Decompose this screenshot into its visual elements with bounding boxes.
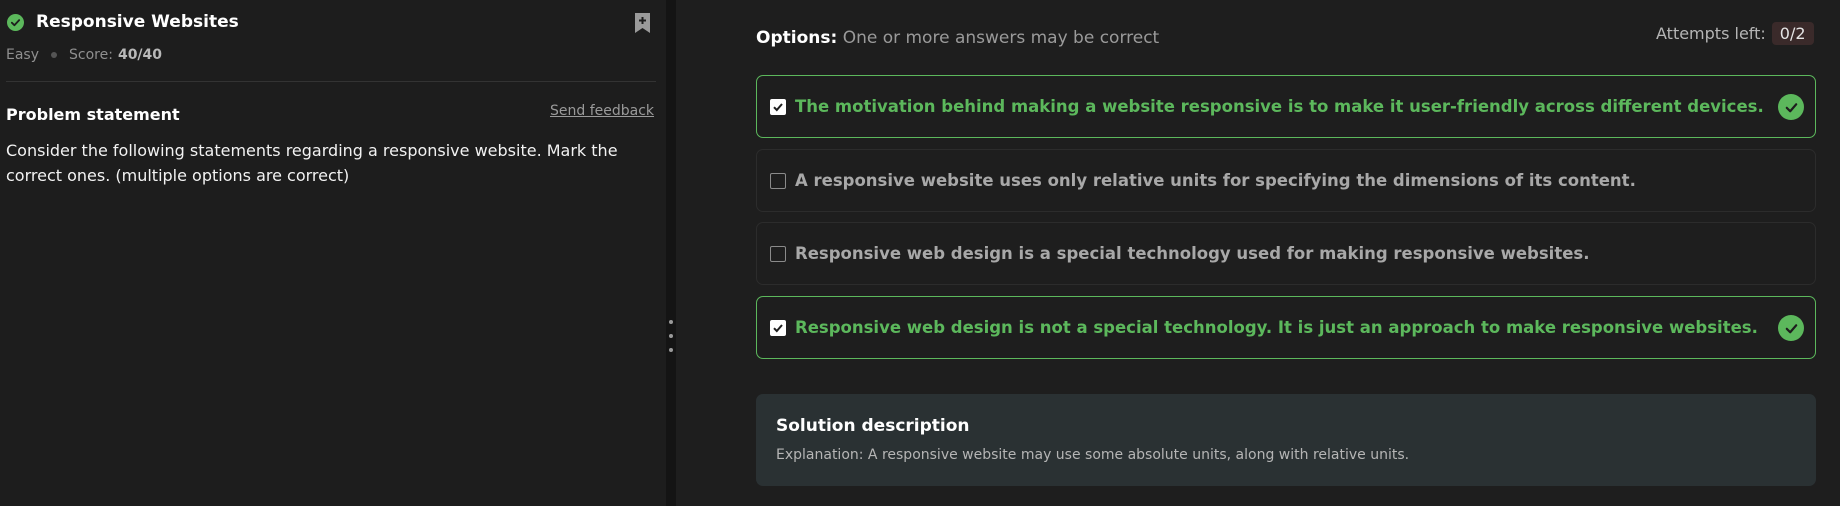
score-value: 40/40 bbox=[117, 47, 163, 63]
problem-statement-heading: Problem statement bbox=[6, 105, 180, 124]
problem-title-row: Responsive Websites bbox=[7, 12, 239, 32]
correct-check-icon bbox=[1778, 315, 1804, 341]
divider bbox=[6, 81, 656, 82]
quiz-page: Responsive Websites Easy Score: 40/40 Pr… bbox=[0, 0, 1840, 506]
option-text: A responsive website uses only relative … bbox=[795, 171, 1636, 190]
options-header: Options: One or more answers may be corr… bbox=[756, 28, 1159, 48]
problem-title: Responsive Websites bbox=[36, 12, 239, 32]
options-label: Options: bbox=[756, 28, 838, 48]
problem-panel: Responsive Websites Easy Score: 40/40 Pr… bbox=[0, 0, 666, 506]
attempts-badge: 0/2 bbox=[1771, 22, 1814, 45]
problem-meta: Easy Score: 40/40 bbox=[6, 47, 162, 63]
drag-dots-icon bbox=[669, 320, 673, 362]
option-checkbox[interactable] bbox=[770, 245, 786, 262]
option-4[interactable]: Responsive web design is not a special t… bbox=[756, 296, 1816, 359]
option-text: Responsive web design is a special techn… bbox=[795, 244, 1590, 263]
option-3[interactable]: Responsive web design is a special techn… bbox=[756, 222, 1816, 285]
solution-text: Explanation: A responsive website may us… bbox=[776, 447, 1410, 463]
option-checkbox[interactable] bbox=[770, 319, 786, 336]
option-text: Responsive web design is not a special t… bbox=[795, 318, 1758, 337]
option-1[interactable]: The motivation behind making a website r… bbox=[756, 75, 1816, 138]
difficulty-label: Easy bbox=[6, 47, 40, 63]
problem-statement-text: Consider the following statements regard… bbox=[6, 141, 618, 185]
options-panel: Options: One or more answers may be corr… bbox=[676, 0, 1840, 506]
solution-description-box: Solution description Explanation: A resp… bbox=[756, 394, 1816, 486]
option-2[interactable]: A responsive website uses only relative … bbox=[756, 149, 1816, 212]
bookmark-add-icon[interactable] bbox=[633, 12, 652, 34]
option-text: The motivation behind making a website r… bbox=[795, 97, 1764, 116]
option-checkbox[interactable] bbox=[770, 172, 786, 189]
options-hint: One or more answers may be correct bbox=[842, 28, 1160, 48]
option-checkbox[interactable] bbox=[770, 98, 786, 115]
attempts-label: Attempts left: bbox=[1656, 24, 1766, 43]
solution-title: Solution description bbox=[776, 416, 970, 436]
score-label: Score: bbox=[69, 47, 113, 63]
send-feedback-link[interactable]: Send feedback bbox=[550, 103, 654, 119]
attempts-indicator: Attempts left: 0/2 bbox=[1656, 22, 1814, 45]
solved-check-icon bbox=[7, 13, 24, 31]
panel-resize-handle[interactable] bbox=[666, 0, 676, 506]
meta-separator-dot bbox=[51, 52, 58, 58]
correct-check-icon bbox=[1778, 94, 1804, 120]
